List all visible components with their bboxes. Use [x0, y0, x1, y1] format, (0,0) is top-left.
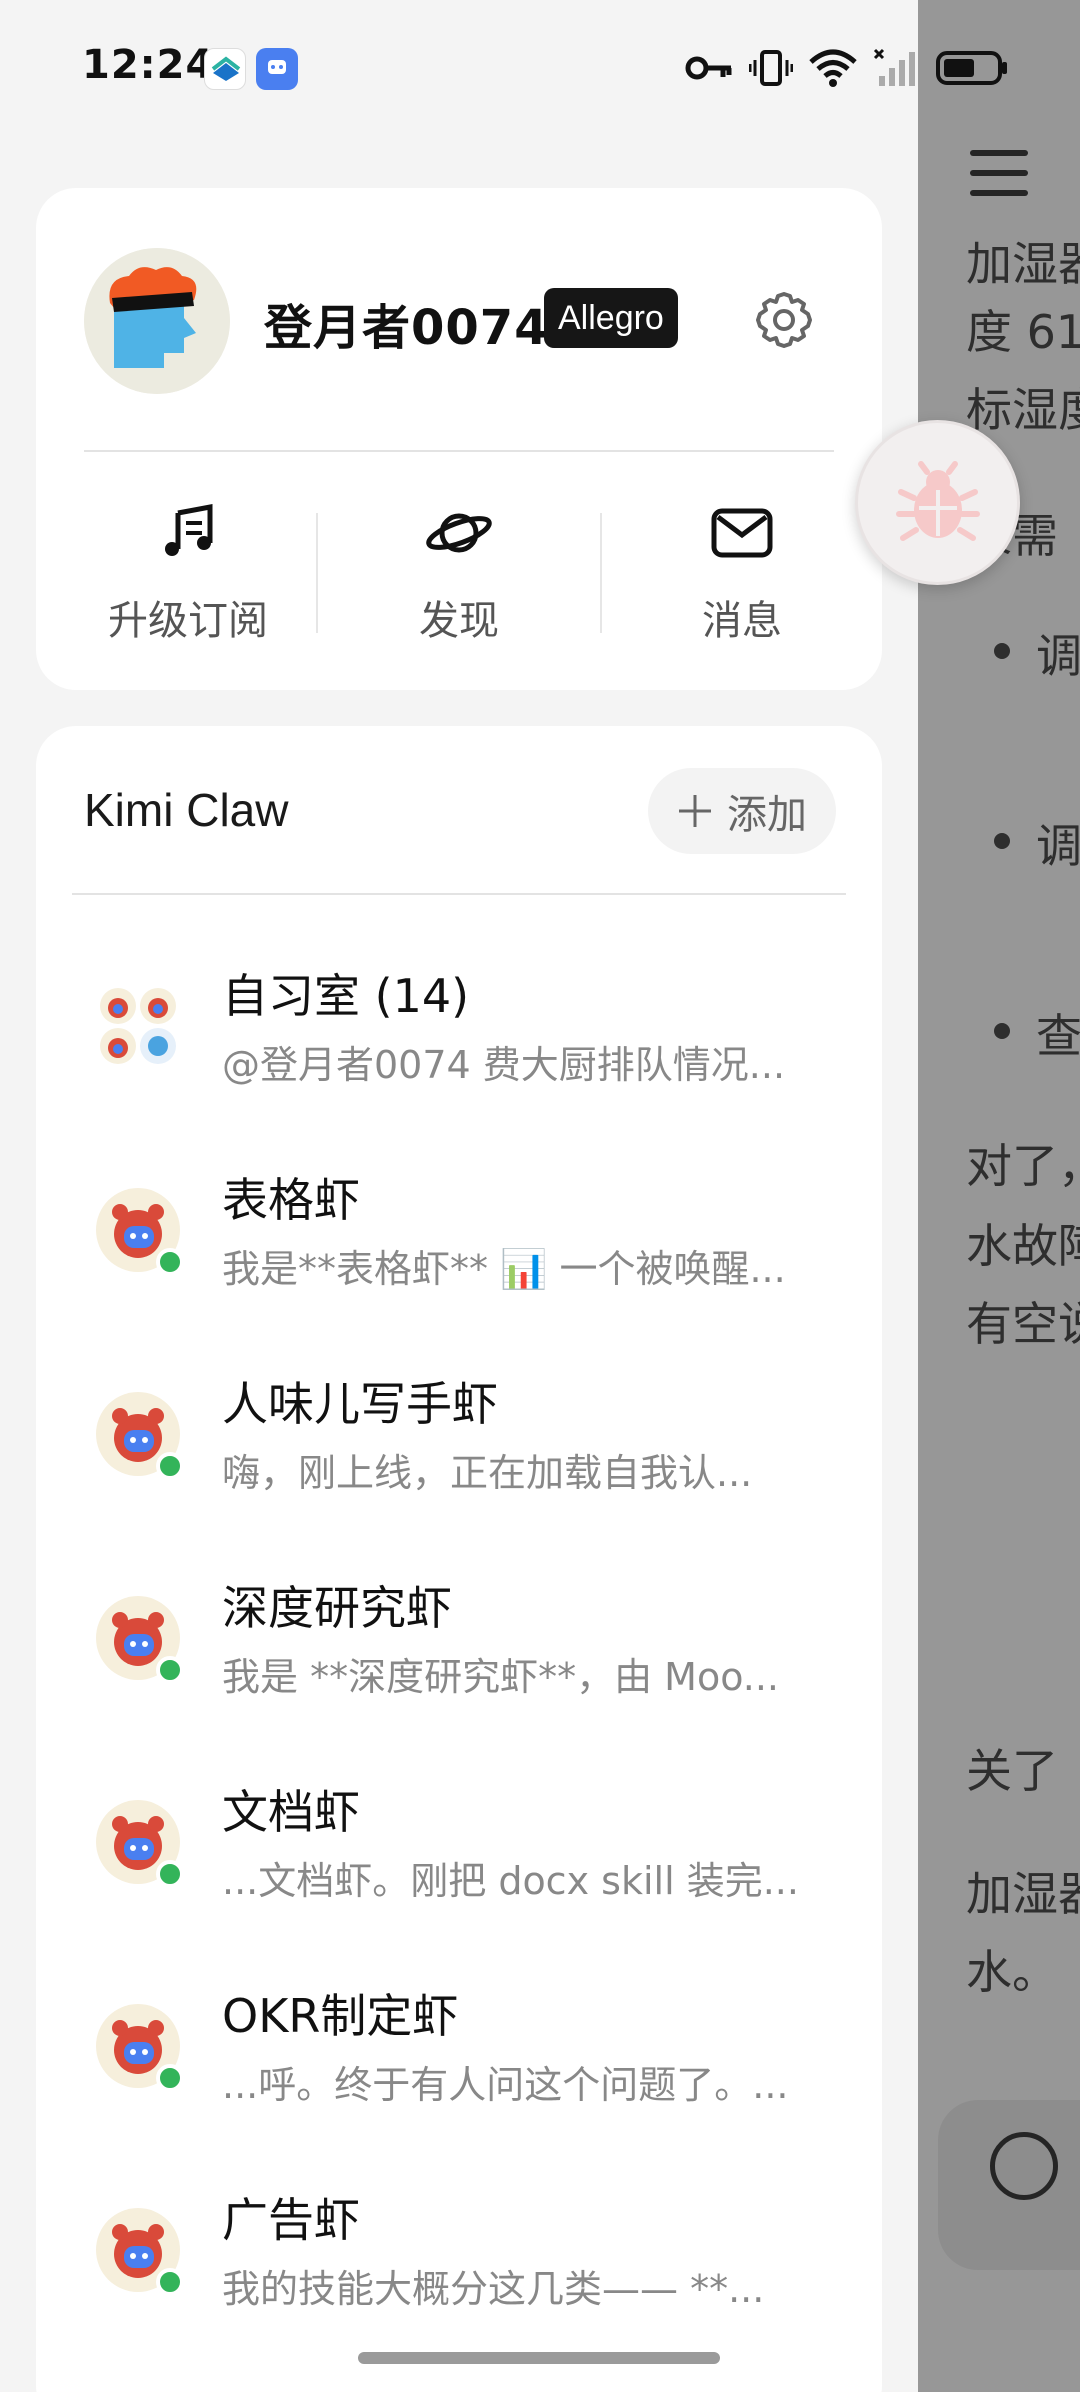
messages-button[interactable]: 消息	[622, 498, 862, 648]
mail-icon	[707, 498, 777, 568]
debug-floating-button[interactable]	[855, 420, 1020, 585]
profile-card: 登月者0074 Allegro 升级订阅 发现 消息	[36, 188, 882, 690]
online-status-dot	[156, 2268, 184, 2296]
list-item[interactable]: 文档虾 ...文档虾。刚把 docx skill 装完...	[36, 1748, 882, 1938]
quick-action-label: 消息	[702, 598, 782, 644]
chat-preview: 嗨，刚上线，正在加载自我认...	[222, 1451, 753, 1495]
settings-button[interactable]	[752, 288, 816, 352]
vibrate-icon	[749, 50, 793, 86]
add-label: 添加	[727, 792, 807, 838]
plus-icon	[679, 795, 711, 827]
drawer-scrim[interactable]	[918, 0, 1080, 2392]
signal-icon	[873, 48, 915, 86]
gear-icon	[756, 292, 812, 348]
upgrade-subscription-button[interactable]: 升级订阅	[68, 498, 308, 648]
online-status-dot	[156, 1656, 184, 1684]
chat-preview: ...文档虾。刚把 docx skill 装完...	[222, 1859, 799, 1903]
group-avatar	[96, 984, 180, 1068]
planet-icon	[424, 498, 494, 568]
list-item[interactable]: 广告虾 我的技能大概分这几类—— **...	[36, 2156, 882, 2346]
chat-preview: 我的技能大概分这几类—— **...	[222, 2267, 765, 2311]
list-item[interactable]: 人味儿写手虾 嗨，刚上线，正在加载自我认...	[36, 1340, 882, 1530]
bug-icon	[895, 460, 980, 541]
status-time: 12:24	[82, 42, 215, 88]
battery-icon	[936, 51, 1007, 85]
divider	[84, 450, 834, 452]
list-item[interactable]: OKR制定虾 ...呼。终于有人问这个问题了。...	[36, 1952, 882, 2142]
chat-preview: ...呼。终于有人问这个问题了。...	[222, 2063, 789, 2107]
chat-name: 深度研究虾	[222, 1581, 452, 1635]
status-bar: 12:24	[0, 0, 1007, 135]
chat-name: OKR制定虾	[222, 1989, 459, 2043]
wifi-icon	[809, 49, 857, 87]
list-item[interactable]: 表格虾 我是**表格虾** 📊 一个被唤醒...	[36, 1136, 882, 1326]
discover-button[interactable]: 发现	[339, 498, 579, 648]
chat-name: 自习室 (14)	[222, 969, 470, 1023]
chat-name: 人味儿写手虾	[222, 1377, 498, 1431]
list-item[interactable]: 深度研究虾 我是 **深度研究虾**，由 Moo...	[36, 1544, 882, 1734]
online-status-dot	[156, 1860, 184, 1888]
online-status-dot	[156, 1248, 184, 1276]
plan-badge: Allegro	[544, 288, 678, 348]
chat-name: 文档虾	[222, 1785, 360, 1839]
chat-preview: @登月者0074 费大厨排队情况...	[222, 1043, 786, 1087]
claw-list-card: Kimi Claw 添加 自习室 (14) @登月者0074 费大厨排队情况..…	[36, 726, 882, 2392]
app-notification-icon	[204, 48, 246, 90]
section-title: Kimi Claw	[84, 784, 289, 836]
avatar[interactable]	[84, 248, 230, 394]
chat-preview: 我是**表格虾** 📊 一个被唤醒...	[222, 1247, 786, 1291]
divider	[72, 893, 846, 895]
kimi-app-icon	[256, 48, 298, 90]
online-status-dot	[156, 2064, 184, 2092]
add-button[interactable]: 添加	[648, 768, 836, 854]
home-indicator[interactable]	[358, 2352, 720, 2364]
chat-preview: 我是 **深度研究虾**，由 Moo...	[222, 1655, 780, 1699]
list-item[interactable]: 自习室 (14) @登月者0074 费大厨排队情况...	[36, 932, 882, 1122]
chat-name: 广告虾	[222, 2193, 360, 2247]
online-status-dot	[156, 1452, 184, 1480]
username: 登月者0074	[264, 300, 549, 356]
quick-action-label: 发现	[419, 598, 499, 644]
chat-name: 表格虾	[222, 1173, 360, 1227]
music-note-icon	[153, 498, 223, 568]
key-icon	[685, 56, 732, 80]
quick-action-label: 升级订阅	[108, 598, 268, 644]
